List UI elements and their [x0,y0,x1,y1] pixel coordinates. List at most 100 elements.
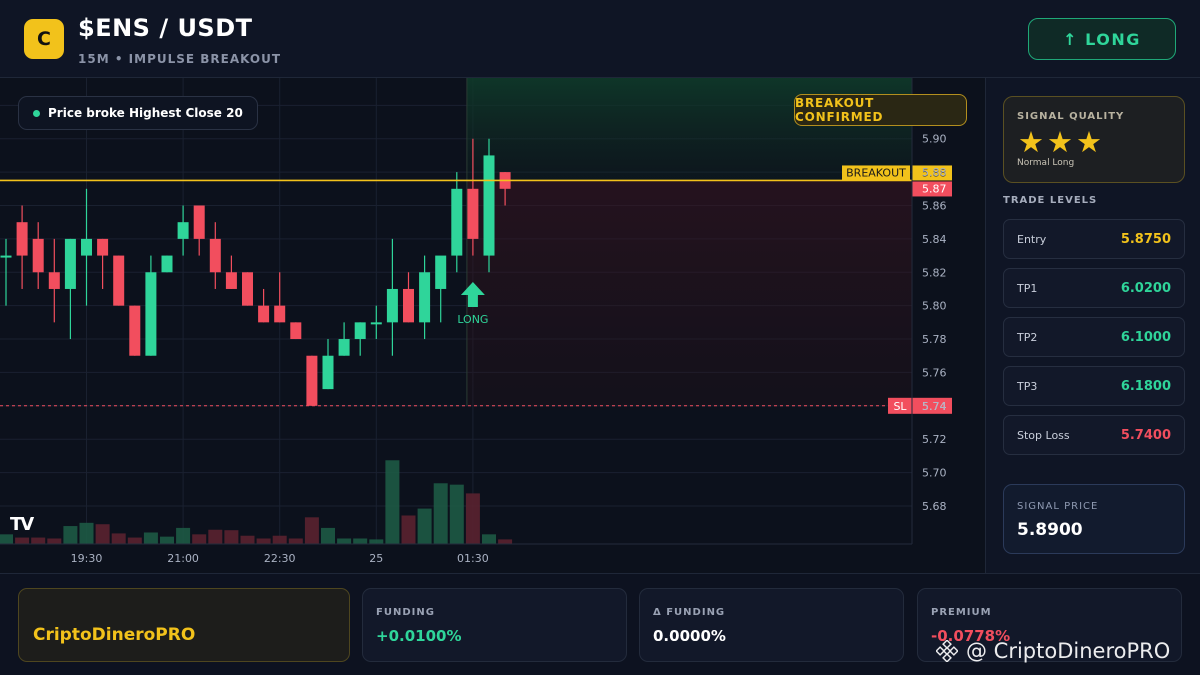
volume-bar [224,530,239,544]
candle-body [370,322,382,325]
y-axis-tick: 5.68 [922,500,947,513]
volume-bar [482,534,496,544]
candlestick-chart[interactable]: BREAKOUT5.885.87SL5.74 LONG 5.925.905.88… [0,78,985,573]
volume-bar [47,538,62,544]
signal-quality-subtitle: Normal Long [1017,158,1075,168]
trade-level-name: TP2 [1017,330,1038,344]
long-signal-button[interactable]: ↑ LONG [1028,18,1176,60]
funding-card: FUNDING +0.0100% [362,588,627,662]
volume-bar [176,527,191,544]
candle-body [242,272,253,306]
y-axis-tick: 5.76 [922,366,947,379]
breakout-label: BREAKOUT [846,166,906,179]
candle-body [419,272,431,323]
volume-bar [240,535,255,544]
candle-body [177,222,189,239]
trade-level-name: TP1 [1017,281,1038,295]
y-axis-tick: 5.90 [922,133,947,146]
delta-funding-value: 0.0000% [653,627,726,645]
app-logo: C [24,19,64,59]
price-chart[interactable]: BREAKOUT5.885.87SL5.74 LONG 5.925.905.88… [0,78,985,573]
trade-level-row: Entry 5.8750 [1003,219,1185,259]
funding-label: FUNDING [376,607,435,618]
trade-level-row: TP1 6.0200 [1003,268,1185,308]
tradingview-logo: TV [10,514,34,535]
candle-body [145,272,157,356]
timeframe-subtitle: 15M • IMPULSE BREAKOUT [78,52,282,66]
candle-body [467,188,479,239]
candle-body [0,255,12,258]
y-axis-tick: 5.70 [922,467,947,480]
candle-body [209,238,221,273]
candle-body [258,305,270,323]
trade-level-row: TP2 6.1000 [1003,317,1185,357]
volume-bar [272,535,287,544]
candle-body [48,272,60,289]
signal-price-card: SIGNAL PRICE 5.8900 [1003,484,1185,554]
volume-bar [31,537,46,544]
y-axis-tick: 5.80 [922,300,947,313]
x-axis-tick: 22:30 [264,552,296,565]
brand-card: CriptoDineroPRO [18,588,350,662]
volume-bar [208,529,223,544]
y-axis-tick: 5.82 [922,266,947,279]
candle-body [64,238,76,289]
x-axis-tick: 21:00 [167,552,199,565]
x-axis-tick: 25 [369,552,383,565]
trade-level-value: 5.7400 [1120,427,1171,443]
volume-bar [449,484,464,544]
candle-body [97,238,109,256]
candle-body [193,205,205,239]
volume-bar [417,508,432,544]
candle-body [290,322,302,340]
candle-body [113,255,125,306]
volume-bar [15,537,30,544]
y-axis-tick: 5.78 [922,333,947,346]
breakout-confirmed-badge: BREAKOUT CONFIRMED [794,94,967,126]
status-dot-icon [33,109,40,117]
signal-side-panel: SIGNAL QUALITY ★★★ Normal Long TRADE LEV… [985,78,1200,573]
candle-body [32,238,44,273]
volume-bar [321,527,335,544]
candle-body [225,272,237,289]
trade-level-row: Stop Loss 5.7400 [1003,415,1185,455]
volume-bar [385,460,400,544]
candle-body [354,322,366,340]
volume-bar [79,522,94,544]
y-axis-tick: 5.88 [922,166,947,179]
volume-bar [0,534,13,544]
brand-name: CriptoDineroPRO [33,625,196,645]
volume-bar [192,534,207,544]
x-axis-tick: 19:30 [71,552,103,565]
volume-bar [304,517,319,544]
y-axis-tick: 5.84 [922,233,947,246]
quality-stars-icon: ★★★ [1018,125,1105,159]
y-axis-tick: 5.72 [922,433,947,446]
delta-funding-card: Δ FUNDING 0.0000% [639,588,904,662]
candle-body [129,305,141,356]
volume-bar [433,483,448,544]
candle-body [483,155,495,256]
trade-level-value: 6.1000 [1120,329,1171,345]
volume-bar [143,532,158,544]
volume-bar [63,526,78,544]
volume-bar [498,539,513,544]
signal-price-value: 5.8900 [1017,520,1083,540]
candle-body [274,305,286,323]
candle-body [161,255,173,273]
volume-bar [111,533,126,544]
volume-bar [337,538,352,544]
candle-body [306,355,318,406]
candle-body [322,355,334,390]
risk-zone [466,180,912,406]
last-price-label: 5.87 [922,182,947,195]
binance-logo-icon [936,640,958,662]
volume-bar [256,538,271,544]
breakout-info-text: Price broke Highest Close 20 [48,106,243,120]
volume-bar [401,515,416,544]
trade-level-row: TP3 6.1800 [1003,366,1185,406]
funding-value: +0.0100% [376,627,462,645]
trade-level-name: Entry [1017,232,1047,246]
signal-price-label: SIGNAL PRICE [1017,501,1099,512]
candle-body [81,238,92,256]
